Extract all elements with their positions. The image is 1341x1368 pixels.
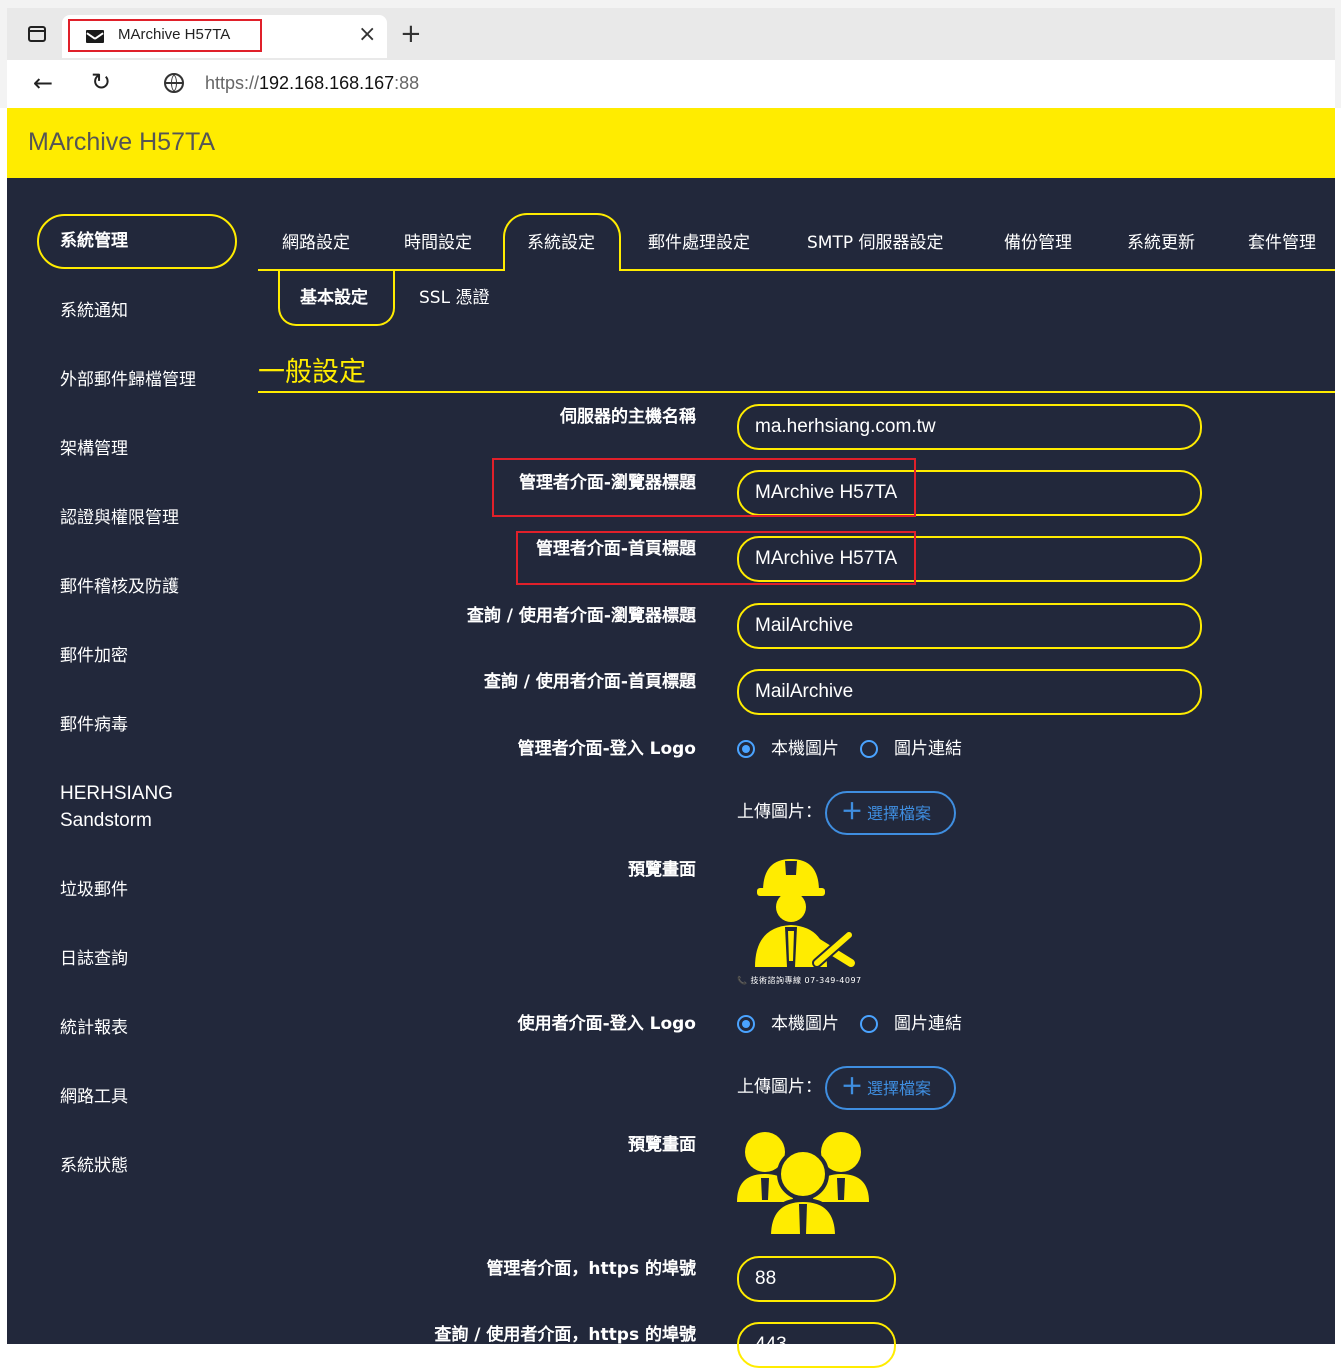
- user-logo-link-radio[interactable]: [860, 1015, 878, 1033]
- hostname-value: ma.herhsiang.com.tw: [755, 416, 936, 437]
- sidebar-item-system-notification[interactable]: 系統通知: [60, 298, 128, 325]
- user-browser-title-value: MailArchive: [755, 615, 854, 636]
- sidebar-item-auth-permissions[interactable]: 認證與權限管理: [60, 505, 179, 532]
- sidebar-item-mail-virus[interactable]: 郵件病毒: [60, 712, 128, 739]
- admin-choose-file-button[interactable]: ＋ 選擇檔案: [825, 791, 956, 835]
- tab-package-management[interactable]: 套件管理: [1248, 230, 1316, 256]
- url-protocol: https://: [205, 73, 260, 93]
- app-body: [7, 178, 1335, 1344]
- user-browser-title-input[interactable]: MailArchive: [737, 603, 1202, 649]
- admin-upload-label: 上傳圖片：: [737, 802, 822, 822]
- user-logo-label: 使用者介面-登入 Logo: [517, 1014, 696, 1034]
- admin-logo-link-radio[interactable]: [860, 740, 878, 758]
- admin-logo-caption: 📞 技術諮詢專線 07-349-4097: [737, 976, 862, 985]
- hostname-input[interactable]: ma.herhsiang.com.tw: [737, 404, 1202, 450]
- user-logo-local-radio[interactable]: [737, 1015, 755, 1033]
- user-https-port-input[interactable]: 443: [737, 1322, 896, 1368]
- admin-logo-local-label: 本機圖片: [771, 739, 839, 759]
- url-field[interactable]: https://192.168.168.167:88: [205, 73, 419, 94]
- user-upload-label: 上傳圖片：: [737, 1077, 822, 1097]
- sidebar-item-external-archive[interactable]: 外部郵件歸檔管理: [60, 367, 196, 394]
- user-preview-logo-people-icon: [737, 1132, 869, 1238]
- tab-time-settings[interactable]: 時間設定: [404, 230, 472, 256]
- sidebar-item-log-query[interactable]: 日誌查詢: [60, 946, 128, 973]
- user-https-port-label: 查詢 / 使用者介面，https 的埠號: [434, 1325, 696, 1345]
- new-tab-icon[interactable]: +: [400, 21, 422, 47]
- admin-preview-label: 預覽畫面: [628, 860, 696, 880]
- sidebar-item-system-status[interactable]: 系統狀態: [60, 1153, 128, 1180]
- tab-system-update[interactable]: 系統更新: [1127, 230, 1195, 256]
- tab-backup[interactable]: 備份管理: [1004, 230, 1072, 256]
- user-home-title-input[interactable]: MailArchive: [737, 669, 1202, 715]
- app-title: MArchive H57TA: [28, 128, 216, 156]
- subtab-ssl-certificate[interactable]: SSL 憑證: [419, 286, 489, 310]
- admin-logo-label: 管理者介面-登入 Logo: [517, 739, 696, 759]
- user-home-title-value: MailArchive: [755, 681, 854, 702]
- sidebar-item-mail-encryption[interactable]: 郵件加密: [60, 643, 128, 670]
- section-divider: [258, 391, 1335, 393]
- admin-https-port-label: 管理者介面，https 的埠號: [486, 1259, 696, 1279]
- user-logo-link-label: 圖片連結: [894, 1014, 962, 1034]
- user-browser-title-label: 查詢 / 使用者介面-瀏覽器標題: [466, 606, 696, 626]
- url-port: :88: [394, 73, 420, 93]
- reload-icon[interactable]: ↻: [91, 69, 111, 95]
- sidebar-item-statistics[interactable]: 統計報表: [60, 1015, 128, 1042]
- admin-logo-local-radio[interactable]: [737, 740, 755, 758]
- tab-smtp-server[interactable]: SMTP 伺服器設定: [807, 230, 944, 256]
- user-choose-file-label: 選擇檔案: [867, 1079, 932, 1098]
- user-home-title-label: 查詢 / 使用者介面-首頁標題: [483, 672, 696, 692]
- user-choose-file-button[interactable]: ＋ 選擇檔案: [825, 1066, 956, 1110]
- admin-logo-link-label: 圖片連結: [894, 739, 962, 759]
- plus-icon: ＋: [841, 800, 864, 825]
- plus-icon: ＋: [841, 1075, 864, 1100]
- back-arrow-icon[interactable]: ←: [33, 70, 53, 96]
- tab-actions-icon[interactable]: [28, 26, 46, 42]
- hostname-label: 伺服器的主機名稱: [560, 407, 696, 427]
- tab-network-settings[interactable]: 網路設定: [282, 230, 350, 256]
- subtab-basic-settings[interactable]: 基本設定: [300, 286, 368, 310]
- tab-system-settings[interactable]: 系統設定: [527, 230, 595, 256]
- sidebar-item-sandstorm[interactable]: HERHSIANG Sandstorm: [60, 780, 173, 834]
- section-title: 一般設定: [258, 357, 366, 388]
- sidebar-item-network-tools[interactable]: 網路工具: [60, 1084, 128, 1111]
- user-logo-local-label: 本機圖片: [771, 1014, 839, 1034]
- sidebar-item-spam[interactable]: 垃圾郵件: [60, 877, 128, 904]
- user-https-port-value: 443: [755, 1334, 787, 1355]
- user-preview-label: 預覽畫面: [628, 1135, 696, 1155]
- close-tab-icon[interactable]: ×: [358, 24, 376, 46]
- annotation-highlight-tab: [68, 19, 262, 52]
- sidebar-item-system-management[interactable]: 系統管理: [60, 228, 128, 255]
- admin-https-port-input[interactable]: 88: [737, 1256, 896, 1302]
- admin-choose-file-label: 選擇檔案: [867, 804, 932, 823]
- site-info-globe-icon[interactable]: [164, 73, 184, 93]
- annotation-highlight-admin-browser-title: [492, 458, 916, 517]
- annotation-highlight-admin-home-title: [516, 531, 916, 585]
- admin-https-port-value: 88: [755, 1268, 777, 1289]
- sidebar-item-audit-protection[interactable]: 郵件稽核及防護: [60, 574, 179, 601]
- tab-mail-processing[interactable]: 郵件處理設定: [648, 230, 750, 256]
- tab-underline: [621, 269, 1335, 271]
- sidebar-item-architecture[interactable]: 架構管理: [60, 436, 128, 463]
- url-host: 192.168.168.167: [259, 73, 395, 93]
- admin-preview-logo-engineer-icon: [755, 859, 855, 968]
